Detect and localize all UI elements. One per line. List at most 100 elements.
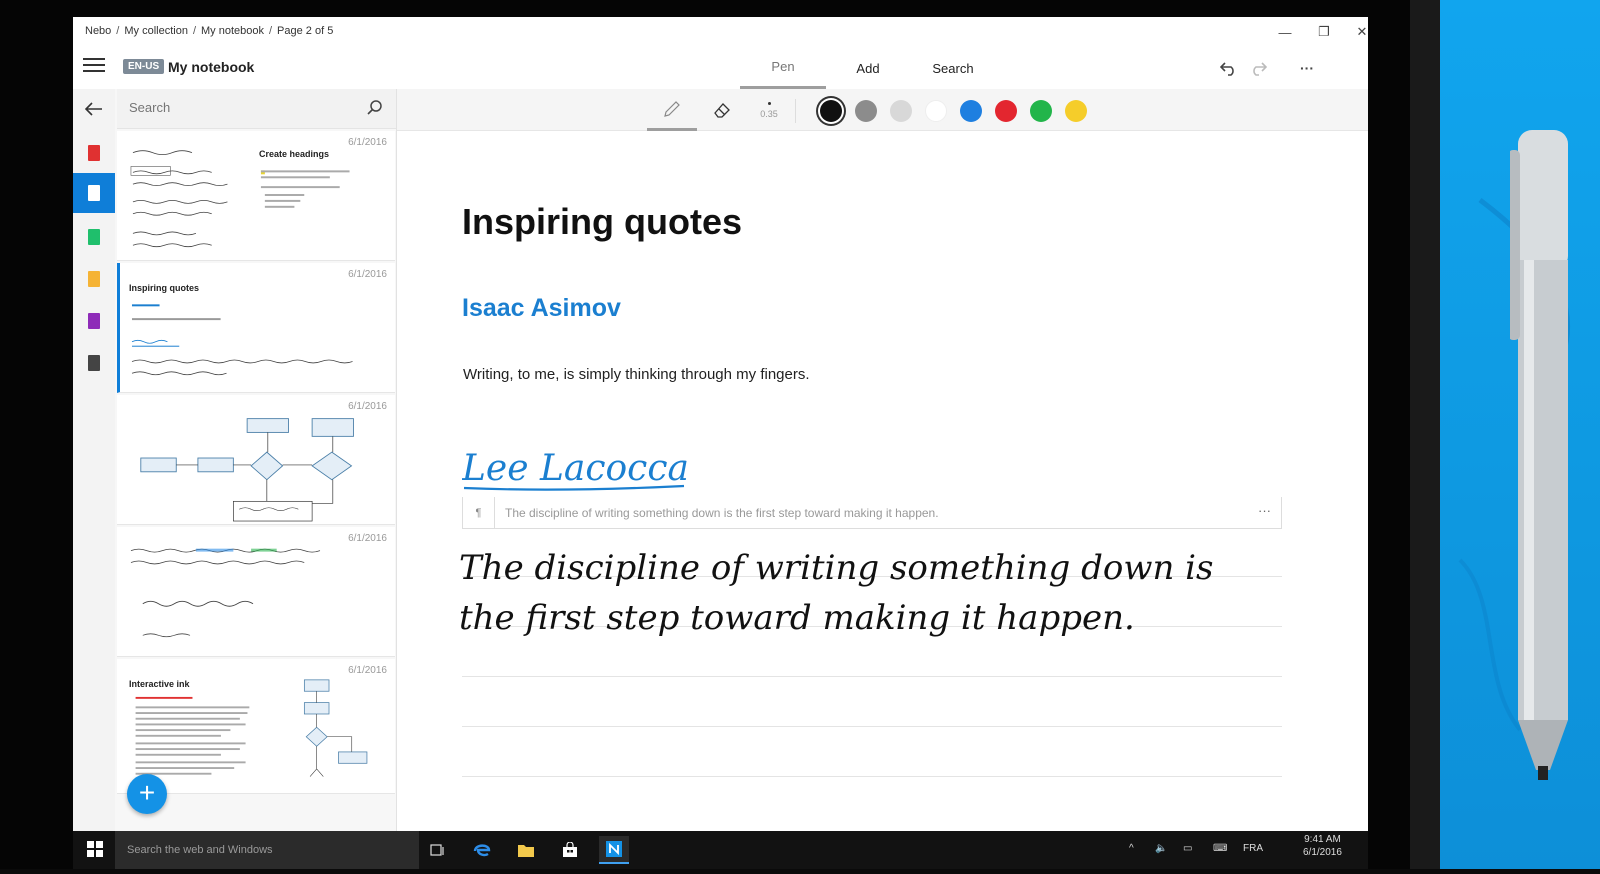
keyboard-icon[interactable]: ⌨ [1213,843,1227,854]
color-swatch-blue[interactable] [960,100,982,122]
taskbar-search-placeholder: Search the web and Windows [127,844,273,856]
tab-search[interactable]: Search [913,47,993,89]
eraser-icon[interactable] [702,89,742,131]
ruled-line [462,676,1282,677]
windows-taskbar: Search the web and Windows ^ 🔈 ▭ ⌨ FRA 9… [73,831,1368,869]
add-page-button[interactable]: + [127,774,167,814]
ruled-line [462,726,1282,727]
section-color-icon [88,185,100,201]
undo-icon[interactable] [1216,57,1242,79]
handwritten-paragraph[interactable]: The discipline of writing something down… [459,535,1289,645]
section-color-icon [88,355,100,371]
page-thumbnail[interactable]: 6/1/2016 [117,527,395,657]
color-swatch-red[interactable] [995,100,1017,122]
document-heading[interactable]: Isaac Asimov [462,294,621,323]
color-swatch-white[interactable] [925,100,947,122]
pen-tool-icon[interactable] [647,89,697,131]
thickness-value: 0.35 [760,108,778,119]
section-tab-green[interactable] [73,217,115,257]
clock-date: 6/1/2016 [1303,847,1342,858]
page-date: 6/1/2016 [348,533,387,544]
arrow-left-icon[interactable] [81,97,107,121]
page-thumbnail-active[interactable]: 6/1/2016 Inspiring quotes [117,263,395,393]
section-strip [73,89,115,831]
section-tab-purple[interactable] [73,301,115,341]
page-date: 6/1/2016 [348,401,387,412]
section-color-icon [88,229,100,245]
page-search-box [117,89,396,129]
color-swatch-light-gray[interactable] [890,100,912,122]
tab-pen[interactable]: Pen [740,47,826,89]
file-explorer-icon[interactable] [511,836,541,864]
nebo-app-icon[interactable] [599,836,629,864]
document-paragraph[interactable]: Writing, to me, is simply thinking throu… [463,366,810,383]
section-tab-red[interactable] [73,133,115,173]
edge-browser-icon[interactable] [467,836,497,864]
page-thumbnail[interactable]: 6/1/2016 Interactive ink [117,659,395,794]
notebook-title: My notebook [168,59,255,75]
minimize-button[interactable]: — [1270,21,1300,43]
section-tab-dark[interactable] [73,343,115,383]
breadcrumb-collection[interactable]: My collection [124,25,188,37]
taskbar-search-box[interactable]: Search the web and Windows [115,831,419,869]
document-title[interactable]: Inspiring quotes [462,201,742,243]
document-canvas[interactable]: Inspiring quotes Isaac Asimov Writing, t… [397,131,1368,831]
section-color-icon [88,145,100,161]
tab-add[interactable]: Add [833,47,903,89]
surface-pen-image [1510,130,1568,780]
conversion-more-icon[interactable]: ··· [1258,503,1271,518]
color-swatch-yellow[interactable] [1065,100,1087,122]
breadcrumb: Nebo / My collection / My notebook / Page 2 of… [85,25,334,37]
notifications-icon[interactable]: ▭ [1183,843,1192,854]
thickness-dot-icon [767,101,771,105]
breadcrumb-page: Page 2 of 5 [277,25,334,37]
store-icon[interactable] [555,836,585,864]
paragraph-icon[interactable]: ¶ [463,497,495,528]
task-view-icon[interactable] [423,836,453,864]
page-date: 6/1/2016 [348,665,387,676]
page-title: Interactive ink [129,679,190,689]
title-bar: Nebo / My collection / My notebook / Page 2 of… [73,17,1368,47]
page-search-input[interactable] [129,100,349,115]
windows-start-icon[interactable] [87,841,103,857]
color-swatch-green[interactable] [1030,100,1052,122]
breadcrumb-notebook[interactable]: My notebook [201,25,264,37]
search-icon[interactable] [365,98,385,118]
input-language[interactable]: FRA [1243,843,1263,854]
app-bar: EN-US My notebook Pen Add Search ··· [73,47,1368,89]
page-date: 6/1/2016 [348,269,387,280]
handwritten-line: the first step toward making it happen. [459,598,1135,638]
taskbar-clock[interactable]: 9:41 AM 6/1/2016 [1303,833,1342,859]
hamburger-menu-icon[interactable] [83,58,105,76]
device-bezel [1410,0,1440,869]
page-title: Create headings [259,149,330,159]
toolbar-divider [795,99,796,123]
handwritten-heading[interactable]: Lee Lacocca [462,436,702,496]
page-preview-math [130,548,321,638]
section-tab-orange[interactable] [73,259,115,299]
redo-icon[interactable] [1245,57,1271,79]
color-swatch-black[interactable] [820,100,842,122]
language-badge[interactable]: EN-US [123,59,165,74]
handwritten-line: The discipline of writing something down… [459,548,1214,588]
page-thumbnail[interactable]: 6/1/2016 Create headings [117,131,395,261]
page-list-panel: 6/1/2016 Create headings 6/1/2016 Inspir… [115,89,397,831]
pen-thickness-selector[interactable]: 0.35 [749,89,789,131]
color-swatch-gray[interactable] [855,100,877,122]
volume-icon[interactable]: 🔈 [1155,843,1167,854]
page-thumbnail[interactable]: 6/1/2016 [117,395,395,525]
breadcrumb-app[interactable]: Nebo [85,25,111,37]
app-window: Nebo / My collection / My notebook / Page 2 of… [73,17,1368,831]
restore-button[interactable]: ❐ [1309,21,1339,43]
page-preview-handwriting [130,150,350,248]
pen-toolbar: 0.35 [397,89,1368,131]
page-preview-diagram [140,418,354,522]
section-tab-active[interactable] [73,173,115,213]
more-options-icon[interactable]: ··· [1294,57,1320,79]
conversion-preview-bar[interactable]: ¶ The discipline of writing something do… [462,497,1282,529]
page-title: Inspiring quotes [129,283,200,293]
tray-chevron-icon[interactable]: ^ [1129,843,1134,854]
close-button[interactable]: ✕ [1347,21,1368,43]
ruled-line [462,776,1282,777]
conversion-preview-text[interactable]: The discipline of writing something down… [505,506,939,520]
